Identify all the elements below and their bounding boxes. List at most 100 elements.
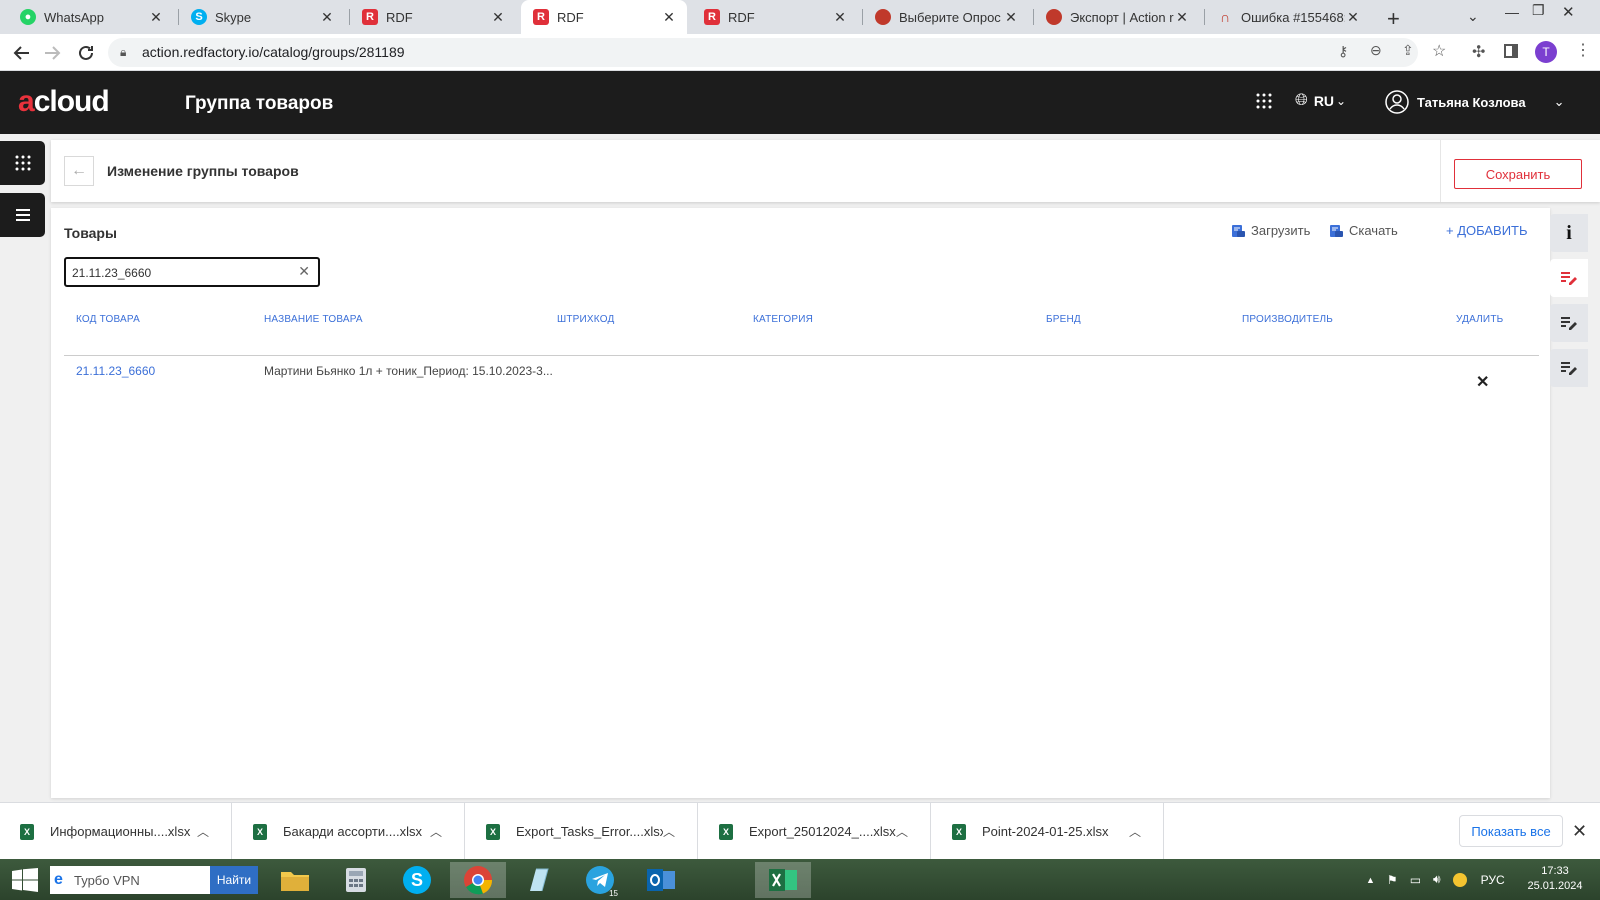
product-code-link[interactable]: 21.11.23_6660 — [76, 364, 155, 378]
download-item[interactable]: X Export_25012024_....xlsx ︿ — [699, 803, 931, 860]
windows-start-icon[interactable] — [12, 868, 38, 892]
excel-icon[interactable] — [755, 862, 811, 898]
excel-file-icon: X — [719, 823, 733, 840]
tab-rdf[interactable]: R RDF ✕ — [692, 0, 858, 34]
telegram-icon[interactable]: 15 — [572, 862, 628, 898]
taskbar-find-button[interactable]: Найти — [210, 866, 258, 894]
calculator-icon[interactable] — [328, 862, 384, 898]
key-icon[interactable]: ⚷ — [1338, 43, 1348, 60]
acloud-logo[interactable]: acloud — [18, 85, 110, 119]
chevron-up-icon[interactable]: ︿ — [663, 823, 683, 840]
file-explorer-icon[interactable] — [267, 862, 323, 898]
hamburger-icon — [15, 209, 30, 221]
menu-kebab-icon[interactable]: ⋮ — [1575, 40, 1591, 60]
zoom-icon[interactable]: ⊖ — [1370, 42, 1382, 59]
download-label: Скачать — [1349, 223, 1398, 238]
download-item[interactable]: X Информационны....xlsx ︿ — [0, 803, 232, 860]
tab-export[interactable]: Экспорт | Action re ✕ — [1034, 0, 1200, 34]
close-tab-icon[interactable]: ✕ — [1345, 9, 1361, 26]
chevron-up-icon[interactable]: ︿ — [430, 823, 450, 840]
tab-search-chevron-icon[interactable]: ⌄ — [1467, 8, 1479, 25]
edit-list-icon — [1561, 362, 1577, 375]
profile-avatar[interactable]: Т — [1535, 41, 1557, 63]
tab-rdf-active[interactable]: R RDF ✕ — [521, 0, 687, 34]
download-item[interactable]: X Point-2024-01-25.xlsx ︿ — [932, 803, 1164, 860]
reload-icon[interactable] — [74, 41, 98, 65]
lock-icon[interactable]: 🔒︎ — [120, 45, 126, 60]
language-selector[interactable]: 🌐︎ RU ⌄ — [1295, 92, 1346, 110]
edit-header: ← Изменение группы товаров Сохранить — [51, 140, 1600, 202]
error-icon: ∩ — [1219, 9, 1231, 25]
volume-icon[interactable]: 🔊︎ — [1433, 872, 1441, 887]
user-menu[interactable]: Татьяна Козлова ⌄ — [1385, 90, 1564, 114]
close-tab-icon[interactable]: ✕ — [490, 9, 506, 26]
search-input[interactable] — [72, 264, 292, 282]
download-button[interactable]: Скачать — [1329, 223, 1398, 238]
back-arrow-icon[interactable] — [10, 41, 34, 65]
edit-list-tab-active[interactable] — [1550, 259, 1588, 297]
flag-icon[interactable]: ⚑ — [1387, 873, 1398, 887]
edit-list-tab[interactable] — [1550, 304, 1588, 342]
tab-survey[interactable]: Выберите Опрос д ✕ — [863, 0, 1029, 34]
skype-taskbar-icon[interactable]: S — [389, 862, 445, 898]
chevron-up-icon[interactable]: ︿ — [197, 823, 217, 840]
close-tab-icon[interactable]: ✕ — [1003, 9, 1019, 26]
upload-button[interactable]: Загрузить — [1231, 223, 1310, 238]
vpn-status-icon[interactable] — [1452, 872, 1467, 887]
forward-arrow-icon[interactable] — [40, 41, 64, 65]
new-tab-icon[interactable]: + — [1387, 6, 1400, 32]
close-tab-icon[interactable]: ✕ — [832, 9, 848, 26]
system-clock[interactable]: 17:33 25.01.2024 — [1520, 864, 1590, 894]
search-field[interactable]: ✕ — [64, 257, 320, 287]
chevron-up-icon[interactable]: ︿ — [1129, 823, 1149, 840]
save-button[interactable]: Сохранить — [1454, 159, 1582, 189]
close-tab-icon[interactable]: ✕ — [661, 9, 677, 26]
share-icon[interactable]: ⇪ — [1402, 42, 1414, 59]
column-header-barcode[interactable]: ШТРИХКОД — [557, 314, 614, 325]
close-tab-icon[interactable]: ✕ — [1174, 9, 1190, 26]
bookmark-star-icon[interactable]: ☆ — [1432, 41, 1446, 61]
close-window-icon[interactable]: ✕ — [1562, 3, 1575, 21]
column-header-category[interactable]: КАТЕГОРИЯ — [753, 314, 813, 325]
input-language[interactable]: РУС — [1481, 873, 1505, 887]
tab-error[interactable]: ∩ Ошибка #155468: Н ✕ — [1205, 0, 1371, 34]
delete-row-icon[interactable]: ✕ — [1476, 372, 1489, 392]
chrome-icon[interactable] — [450, 862, 506, 898]
column-header-code[interactable]: КОД ТОВАРА — [76, 314, 140, 325]
show-all-downloads-button[interactable]: Показать все — [1459, 815, 1563, 847]
tab-skype[interactable]: S Skype ✕ — [179, 0, 345, 34]
info-tab[interactable]: i — [1550, 214, 1588, 252]
hamburger-menu-button[interactable] — [0, 193, 45, 237]
apps-menu-button[interactable] — [0, 141, 45, 185]
side-panel-icon[interactable] — [1504, 44, 1518, 58]
restore-icon[interactable]: ❐ — [1532, 2, 1545, 19]
column-header-name[interactable]: НАЗВАНИЕ ТОВАРА — [264, 314, 363, 325]
clear-search-icon[interactable]: ✕ — [298, 263, 310, 280]
column-header-brand[interactable]: БРЕНД — [1046, 314, 1081, 325]
outlook-icon[interactable] — [633, 862, 689, 898]
minimize-icon[interactable]: — — [1505, 4, 1519, 20]
download-item[interactable]: X Export_Tasks_Error....xlsx ︿ — [466, 803, 698, 860]
edit-list-tab[interactable] — [1550, 349, 1588, 387]
section-title: Товары — [64, 225, 117, 241]
taskbar-search-box[interactable]: e Турбо VPN — [50, 866, 210, 894]
chevron-up-icon[interactable]: ︿ — [896, 823, 916, 840]
tab-rdf[interactable]: R RDF ✕ — [350, 0, 516, 34]
tray-expand-icon[interactable]: ▲ — [1366, 875, 1375, 885]
add-product-button[interactable]: + ДОБАВИТЬ — [1446, 223, 1528, 238]
close-downloads-icon[interactable]: ✕ — [1572, 821, 1587, 842]
skype-icon: S — [191, 9, 207, 25]
page-title: Группа товаров — [185, 93, 334, 114]
globe-icon: 🌐︎ — [1295, 92, 1308, 109]
column-header-maker[interactable]: ПРОИЗВОДИТЕЛЬ — [1242, 314, 1333, 325]
network-icon[interactable]: ▭ — [1410, 873, 1421, 887]
address-bar[interactable]: 🔒︎ action.redfactory.io/catalog/groups/2… — [108, 38, 1446, 67]
back-button[interactable]: ← — [64, 156, 94, 186]
extensions-icon[interactable]: ✣ — [1472, 42, 1485, 62]
tab-whatsapp[interactable]: ● WhatsApp ✕ — [8, 0, 174, 34]
apps-grid-icon[interactable] — [1256, 93, 1272, 109]
close-tab-icon[interactable]: ✕ — [148, 9, 164, 26]
notes-app-icon[interactable] — [511, 862, 567, 898]
close-tab-icon[interactable]: ✕ — [319, 9, 335, 26]
download-item[interactable]: X Бакарди ассорти....xlsx ︿ — [233, 803, 465, 860]
